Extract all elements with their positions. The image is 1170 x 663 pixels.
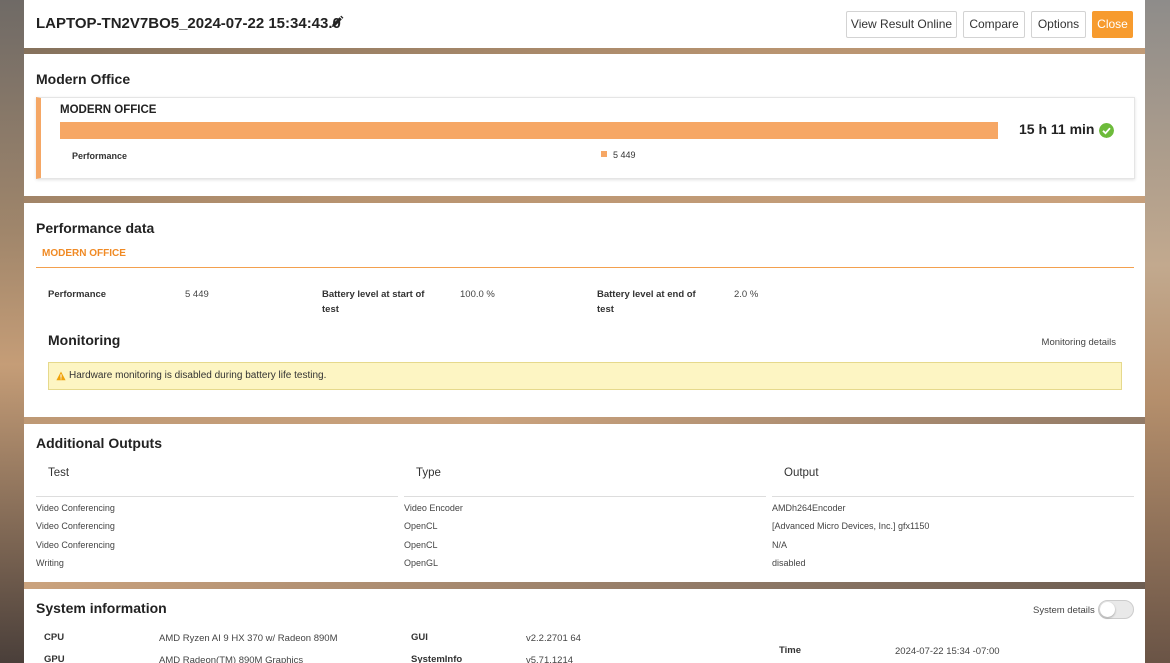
- column-header-type: Type: [416, 467, 441, 479]
- monitoring-title: Monitoring: [48, 332, 121, 348]
- cell-test: Video Conferencing: [36, 540, 115, 550]
- compare-button[interactable]: Compare: [963, 11, 1025, 38]
- options-button[interactable]: Options: [1031, 11, 1086, 38]
- column-rule: [772, 496, 1134, 497]
- cell-output: AMDh264Encoder: [772, 503, 846, 513]
- cell-test: Writing: [36, 558, 64, 568]
- modern-office-panel: Modern Office MODERN OFFICE 15 h 11 min …: [24, 54, 1145, 196]
- time-label: Time: [779, 645, 802, 656]
- field-label: Battery level at end of test: [597, 289, 696, 315]
- cell-output: [Advanced Micro Devices, Inc.] gfx1150: [772, 521, 930, 531]
- cell-type: OpenCL: [404, 540, 438, 550]
- section-title: Additional Outputs: [36, 435, 162, 451]
- cell-type: OpenCL: [404, 521, 438, 531]
- gpu-value: AMD Radeon(TM) 890M Graphics: [159, 655, 304, 663]
- card-title: MODERN OFFICE: [60, 104, 157, 116]
- score-value: 15 h 11 min: [1019, 121, 1095, 137]
- field-label: Performance: [48, 289, 107, 300]
- warning-icon: [56, 371, 66, 381]
- cell-type: Video Encoder: [404, 503, 463, 513]
- background-left: [0, 0, 24, 663]
- tab-underline: [36, 267, 1134, 268]
- system-details-label: System details: [1033, 605, 1095, 616]
- field-value: 100.0 %: [460, 289, 495, 300]
- score-card: MODERN OFFICE 15 h 11 min Performance 5 …: [36, 97, 1135, 179]
- cell-test: Video Conferencing: [36, 503, 115, 513]
- legend-swatch: [601, 151, 607, 157]
- system-details-toggle[interactable]: [1098, 600, 1134, 619]
- cell-output: N/A: [772, 540, 788, 550]
- cell-output: disabled: [772, 558, 806, 568]
- performance-data-panel: Performance data MODERN OFFICE Performan…: [24, 203, 1145, 417]
- column-rule: [36, 496, 398, 497]
- field-value: 2.0 %: [734, 289, 759, 300]
- field-label: Battery level at start of test: [322, 289, 425, 315]
- gui-value: v2.2.2701 64: [526, 633, 581, 644]
- metric-value: 5 449: [613, 150, 636, 160]
- check-circle-icon: [1099, 123, 1114, 138]
- warning-text: Hardware monitoring is disabled during b…: [69, 370, 327, 381]
- column-header-output: Output: [784, 467, 819, 479]
- cell-type: OpenGL: [404, 558, 439, 568]
- monitoring-details-link[interactable]: Monitoring details: [1042, 337, 1116, 348]
- close-button[interactable]: Close: [1092, 11, 1133, 38]
- section-title: Modern Office: [36, 71, 131, 87]
- score-bar: [60, 122, 998, 139]
- cell-test: Video Conferencing: [36, 521, 115, 531]
- system-information-panel: System information System details CPU AM…: [24, 589, 1145, 663]
- pencil-icon[interactable]: [330, 15, 344, 29]
- cpu-value: AMD Ryzen AI 9 HX 370 w/ Radeon 890M: [159, 633, 338, 644]
- result-title: LAPTOP-TN2V7BO5_2024-07-22 15:34:43.0: [36, 15, 341, 32]
- section-title: System information: [36, 600, 167, 616]
- warning-banner: Hardware monitoring is disabled during b…: [48, 362, 1122, 390]
- gpu-label: GPU: [44, 654, 65, 663]
- toggle-knob: [1100, 602, 1115, 617]
- column-rule: [404, 496, 766, 497]
- view-result-online-button[interactable]: View Result Online: [846, 11, 957, 38]
- cpu-label: CPU: [44, 632, 65, 643]
- tab-modern-office[interactable]: MODERN OFFICE: [42, 248, 126, 259]
- section-title: Performance data: [36, 220, 155, 236]
- systeminfo-label: SystemInfo: [411, 654, 463, 663]
- gui-label: GUI: [411, 632, 428, 643]
- result-header: LAPTOP-TN2V7BO5_2024-07-22 15:34:43.0 Vi…: [24, 0, 1145, 48]
- metric-label: Performance: [72, 151, 128, 161]
- time-value: 2024-07-22 15:34 -07:00: [895, 646, 1000, 657]
- field-value: 5 449: [185, 289, 209, 300]
- systeminfo-value: v5.71.1214: [526, 655, 574, 663]
- additional-outputs-panel: Additional Outputs Test Type Output Vide…: [24, 424, 1145, 582]
- column-header-test: Test: [48, 467, 70, 479]
- background-right: [1145, 0, 1170, 663]
